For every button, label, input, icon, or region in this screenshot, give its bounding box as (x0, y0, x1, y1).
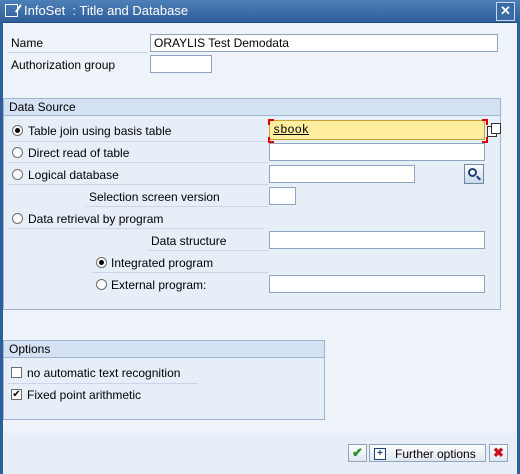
further-options-button[interactable]: + Further options (369, 444, 486, 462)
options-group: Options (3, 340, 325, 420)
external-program-label: External program: (111, 278, 207, 292)
row-divider (8, 228, 263, 229)
table-join-radio[interactable] (12, 125, 23, 136)
further-options-icon: + (374, 448, 386, 460)
table-join-label: Table join using basis table (28, 124, 172, 138)
direct-read-radio[interactable] (12, 147, 23, 158)
integrated-program-label: Integrated program (111, 256, 214, 270)
row-divider (8, 141, 268, 142)
data-structure-input[interactable] (269, 231, 485, 249)
name-label: Name (11, 36, 44, 50)
row-divider (92, 272, 268, 273)
direct-read-table-input[interactable] (269, 143, 485, 161)
logical-database-input[interactable] (269, 165, 415, 183)
row-divider (8, 184, 268, 185)
name-row-divider (8, 52, 148, 53)
options-header: Options (4, 341, 324, 358)
fixed-point-arithmetic-checkbox[interactable]: ✔ (11, 389, 22, 400)
row-divider (8, 162, 268, 163)
close-button[interactable]: ✕ (496, 2, 515, 21)
edit-icon (5, 4, 18, 17)
logical-database-radio[interactable] (12, 169, 23, 180)
cancel-button[interactable]: ✖ (489, 444, 508, 462)
row-divider (148, 250, 268, 251)
ok-button[interactable]: ✔ (348, 444, 367, 462)
focus-corner-tl (268, 119, 274, 125)
selection-screen-version-label: Selection screen version (89, 190, 220, 204)
fixed-point-arithmetic-label: Fixed point arithmetic (27, 388, 142, 402)
data-source-title: Data Source (9, 100, 76, 114)
name-input[interactable]: ORAYLIS Test Demodata (150, 34, 498, 52)
title-bar: InfoSet : Title and Database ✕ (0, 0, 520, 23)
integrated-program-radio[interactable] (96, 257, 107, 268)
row-divider (8, 383, 198, 384)
external-program-input[interactable] (269, 275, 485, 293)
selection-screen-version-input[interactable] (269, 187, 296, 205)
no-text-recognition-label: no automatic text recognition (27, 366, 181, 380)
direct-read-label: Direct read of table (28, 146, 130, 160)
display-icon[interactable] (464, 164, 484, 184)
options-title: Options (9, 342, 51, 356)
value-help-icon[interactable] (487, 123, 501, 137)
window-title: InfoSet : Title and Database (24, 3, 189, 18)
authorization-group-input[interactable] (150, 55, 212, 73)
data-structure-label: Data structure (151, 234, 227, 248)
data-source-header: Data Source (4, 99, 500, 116)
data-retrieval-by-program-radio[interactable] (12, 213, 23, 224)
authorization-group-label: Authorization group (11, 58, 116, 72)
basis-table-input[interactable]: sbook (269, 120, 485, 140)
further-options-label: Further options (395, 447, 476, 461)
no-text-recognition-checkbox[interactable] (11, 367, 22, 378)
logical-database-label: Logical database (28, 168, 119, 182)
external-program-radio[interactable] (96, 279, 107, 290)
row-divider (86, 206, 268, 207)
data-retrieval-by-program-label: Data retrieval by program (28, 212, 164, 226)
